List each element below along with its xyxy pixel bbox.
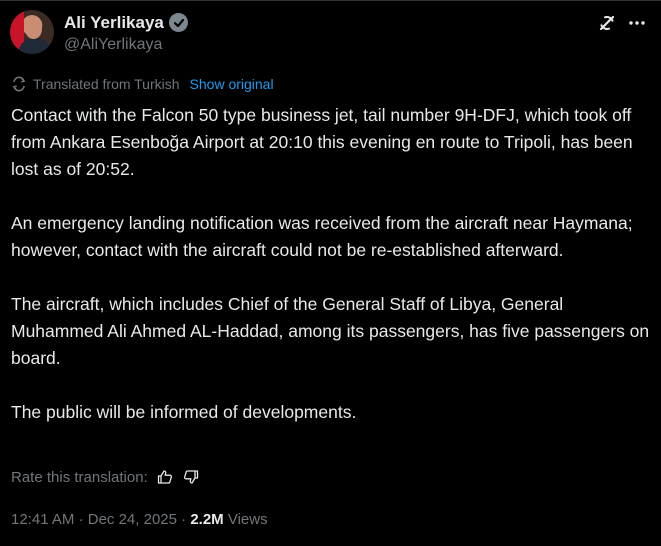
show-original-link[interactable]: Show original <box>190 76 274 92</box>
rate-translation: Rate this translation: <box>11 468 200 486</box>
tweet-paragraph: An emergency landing notification was re… <box>11 213 633 260</box>
verified-badge-icon[interactable] <box>169 13 188 32</box>
top-border <box>0 0 661 1</box>
tweet-paragraph: Contact with the Falcon 50 type business… <box>11 105 633 179</box>
translated-label: Translated from Turkish <box>33 76 180 92</box>
tweet-paragraph: The public will be informed of developme… <box>11 402 357 422</box>
thumbs-down-icon[interactable] <box>182 468 200 486</box>
meta-separator: · <box>181 511 191 528</box>
translation-banner: Translated from Turkish Show original <box>11 76 274 92</box>
thumbs-up-icon[interactable] <box>156 468 174 486</box>
rate-label: Rate this translation: <box>11 468 148 486</box>
tweet-paragraph: The aircraft, which includes Chief of th… <box>11 294 650 368</box>
avatar-face <box>25 19 42 39</box>
tweet-text: Contact with the Falcon 50 type business… <box>11 102 651 453</box>
checkmark-icon <box>173 18 184 27</box>
tweet-time[interactable]: 12:41 AM <box>11 511 74 528</box>
author-name[interactable]: Ali Yerlikaya <box>64 13 164 33</box>
avatar[interactable] <box>10 10 54 54</box>
tweet-meta: 12:41 AM · Dec 24, 2025 · 2.2M Views <box>11 511 268 528</box>
author-handle[interactable]: @AliYerlikaya <box>64 36 162 54</box>
views-label: Views <box>227 511 268 528</box>
views-count: 2.2M <box>190 511 224 528</box>
meta-separator: · <box>78 511 88 528</box>
grok-icon[interactable] <box>596 12 618 34</box>
more-icon[interactable] <box>626 12 648 34</box>
tweet-date[interactable]: Dec 24, 2025 <box>88 511 177 528</box>
translate-icon <box>11 76 27 92</box>
